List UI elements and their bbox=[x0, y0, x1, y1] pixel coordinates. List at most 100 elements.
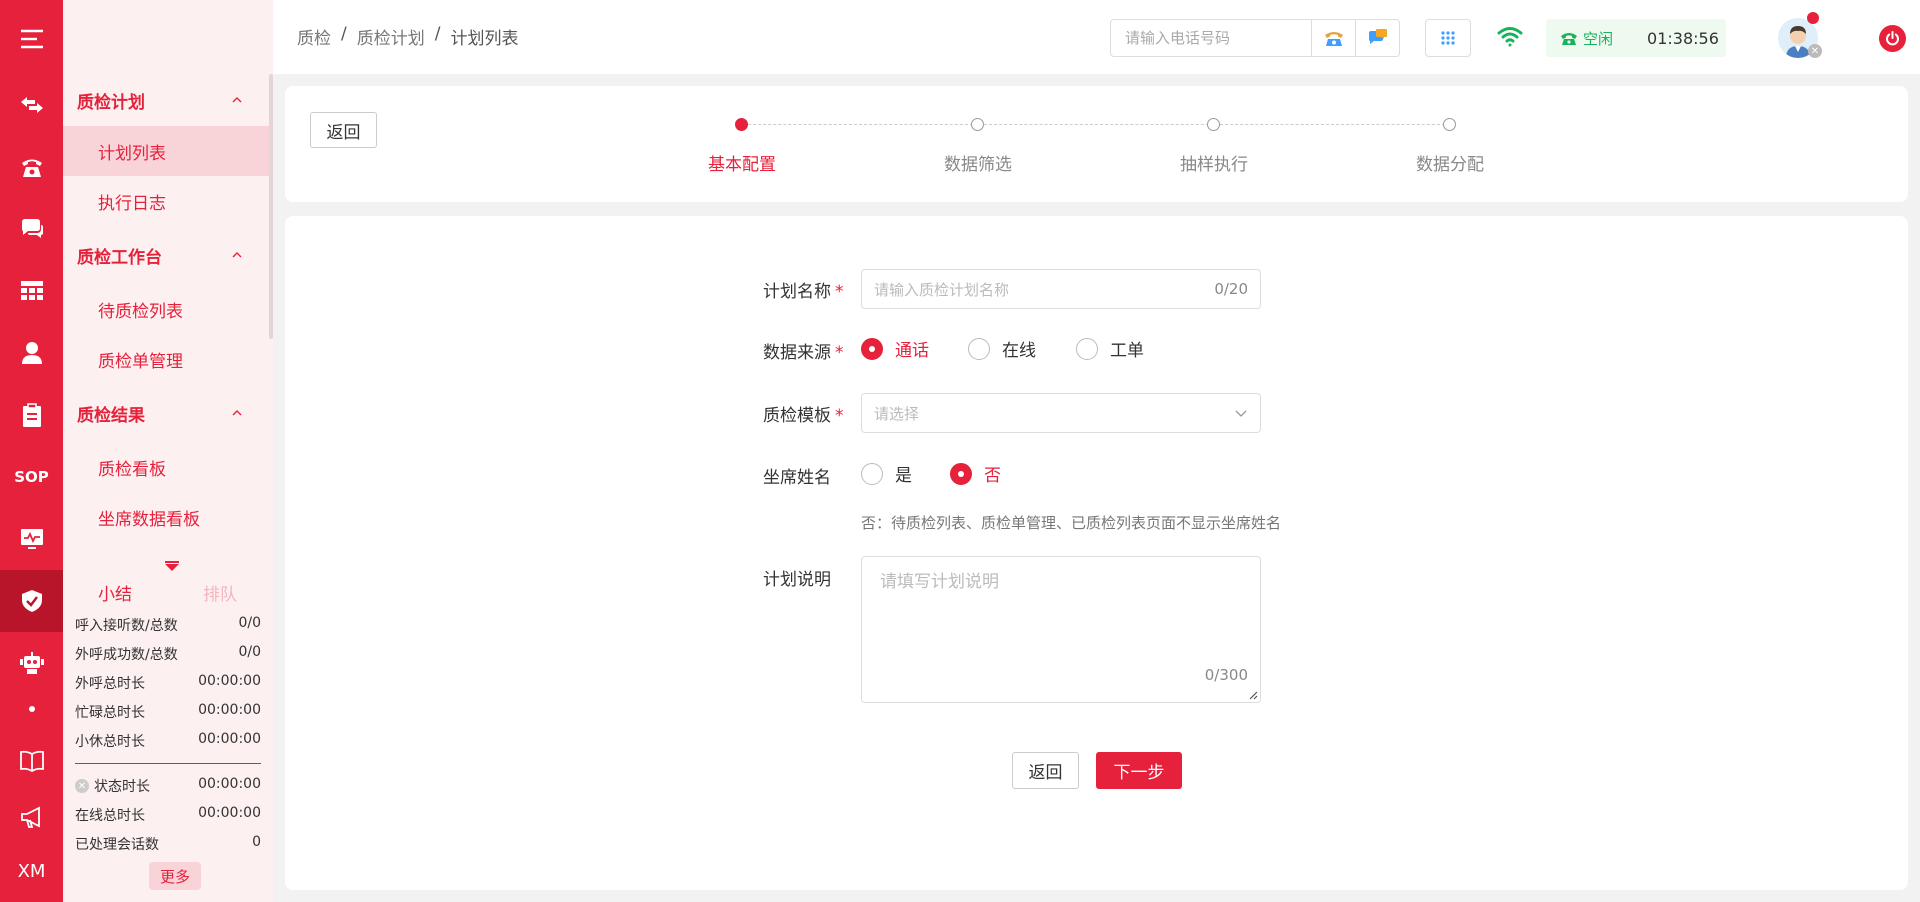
sop-icon[interactable]: SOP bbox=[0, 446, 63, 508]
radio-show-yes[interactable]: 是 bbox=[861, 461, 912, 486]
sidebar-group-label: 质检结果 bbox=[77, 405, 145, 426]
label-text: 数据来源 bbox=[763, 343, 831, 363]
notification-dot bbox=[1807, 12, 1819, 24]
back-button[interactable]: 返回 bbox=[1012, 752, 1079, 789]
breadcrumb-current: 计划列表 bbox=[450, 29, 519, 49]
radio-show-no[interactable]: 否 bbox=[950, 461, 1001, 486]
description-label: 计划说明 bbox=[763, 570, 831, 590]
required-mark: * bbox=[835, 406, 844, 426]
megaphone-icon[interactable] bbox=[0, 786, 63, 848]
sidebar-item-agent-board[interactable]: 坐席数据看板 bbox=[63, 492, 273, 542]
description-placeholder: 请填写计划说明 bbox=[880, 572, 999, 592]
step-connector bbox=[984, 124, 1214, 125]
wifi-icon bbox=[1497, 27, 1523, 47]
stat-row: 小休总时长 00:00:00 bbox=[75, 731, 261, 751]
data-source-label: 数据来源 * bbox=[763, 338, 844, 363]
template-placeholder: 请选择 bbox=[874, 404, 920, 423]
step-dot bbox=[971, 118, 984, 131]
char-counter: 0/300 bbox=[1204, 666, 1248, 684]
next-step-button[interactable]: 下一步 bbox=[1096, 752, 1182, 789]
step-data-assign[interactable]: 数据分配 bbox=[1416, 150, 1484, 175]
sidebar-group-results[interactable]: 质检结果 bbox=[63, 384, 273, 442]
radio-label: 在线 bbox=[1002, 341, 1036, 361]
sidebar-scrollbar[interactable] bbox=[269, 74, 273, 339]
label-text: 计划名称 bbox=[763, 282, 831, 302]
apps-button[interactable] bbox=[1425, 19, 1471, 57]
radio-ticket[interactable]: 工单 bbox=[1076, 336, 1144, 361]
stat-row: 已处理会话数 0 bbox=[75, 834, 261, 854]
stat-value: 00:00:00 bbox=[198, 731, 261, 747]
stat-value: 00:00:00 bbox=[198, 673, 261, 689]
template-select[interactable]: 请选择 bbox=[861, 393, 1261, 433]
stat-label: 在线总时长 bbox=[75, 808, 145, 824]
agent-status[interactable]: 空闲 01:38:56 bbox=[1546, 19, 1726, 57]
plan-name-input[interactable]: 请输入质检计划名称 0/20 bbox=[861, 269, 1261, 309]
sidebar-group-plan[interactable]: 质检计划 bbox=[63, 74, 273, 126]
stat-row: ✕ 状态时长 00:00:00 bbox=[75, 776, 261, 796]
sidebar-item-exec-log[interactable]: 执行日志 bbox=[63, 176, 273, 226]
tab-queue[interactable]: 排队 bbox=[203, 580, 237, 605]
table-icon[interactable] bbox=[0, 260, 63, 322]
monitor-icon[interactable] bbox=[0, 508, 63, 570]
stat-value: 0 bbox=[252, 834, 261, 850]
sidebar-group-workbench[interactable]: 质检工作台 bbox=[63, 226, 273, 284]
icon-rail: SOP XM bbox=[0, 0, 63, 902]
breadcrumb-item[interactable]: 质检 bbox=[297, 24, 331, 49]
phone-icon[interactable] bbox=[0, 136, 63, 198]
more-button[interactable]: 更多 bbox=[149, 862, 201, 890]
back-button[interactable]: 返回 bbox=[310, 112, 377, 148]
phone-dial-icon bbox=[1324, 32, 1343, 46]
stat-value: 0/0 bbox=[238, 644, 261, 660]
stat-row: 外呼成功数/总数 0/0 bbox=[75, 644, 261, 664]
resize-grip-icon[interactable] bbox=[1248, 690, 1258, 700]
caret-down-icon[interactable] bbox=[165, 564, 179, 571]
tab-summary[interactable]: 小结 bbox=[98, 580, 132, 605]
radio-online[interactable]: 在线 bbox=[968, 336, 1036, 361]
xm-icon[interactable]: XM bbox=[0, 842, 63, 900]
step-sampling[interactable]: 抽样执行 bbox=[1180, 150, 1248, 175]
breadcrumb-item[interactable]: 质检计划 bbox=[357, 24, 425, 49]
radio-unchecked-icon bbox=[861, 462, 883, 485]
step-data-filter[interactable]: 数据筛选 bbox=[944, 150, 1012, 175]
radio-call[interactable]: 通话 bbox=[861, 336, 929, 361]
phone-input[interactable] bbox=[1111, 20, 1311, 56]
agent-name-hint: 否：待质检列表、质检单管理、已质检列表页面不显示坐席姓名 bbox=[861, 514, 1282, 532]
sidebar-item-pending-list[interactable]: 待质检列表 bbox=[63, 284, 273, 334]
chat-icon[interactable] bbox=[0, 198, 63, 260]
label-text: 质检模板 bbox=[763, 406, 831, 426]
dial-button[interactable] bbox=[1311, 20, 1355, 56]
sidebar-item-qc-manage[interactable]: 质检单管理 bbox=[63, 334, 273, 384]
description-textarea[interactable]: 请填写计划说明 0/300 bbox=[861, 556, 1261, 703]
message-button[interactable] bbox=[1355, 20, 1399, 56]
char-counter: 0/20 bbox=[1214, 280, 1248, 298]
menu-icon[interactable] bbox=[0, 8, 63, 70]
step-basic-config[interactable]: 基本配置 bbox=[708, 150, 776, 175]
apps-grid-icon bbox=[1441, 31, 1455, 45]
sidebar-item-qc-board[interactable]: 质检看板 bbox=[63, 442, 273, 492]
plan-name-placeholder: 请输入质检计划名称 bbox=[874, 280, 1010, 299]
stat-label-wrap: ✕ 状态时长 bbox=[75, 776, 150, 796]
stat-row: 忙碌总时长 00:00:00 bbox=[75, 702, 261, 722]
radio-label: 工单 bbox=[1110, 341, 1144, 361]
user-icon[interactable] bbox=[0, 322, 63, 384]
breadcrumb-separator: / bbox=[434, 24, 441, 44]
stat-label: 小休总时长 bbox=[75, 734, 145, 750]
status-label: 空闲 bbox=[1583, 29, 1614, 48]
step-dot bbox=[1443, 118, 1456, 131]
transfer-icon[interactable] bbox=[0, 74, 63, 136]
sidebar-group-label: 质检工作台 bbox=[77, 247, 162, 268]
shield-check-icon[interactable] bbox=[0, 570, 63, 632]
radio-checked-icon bbox=[861, 337, 883, 360]
required-mark: * bbox=[835, 343, 844, 363]
collapse-handle[interactable] bbox=[165, 561, 179, 563]
clipboard-icon[interactable] bbox=[0, 384, 63, 446]
stat-label: 已处理会话数 bbox=[75, 837, 159, 853]
step-connector bbox=[1220, 124, 1450, 125]
robot-icon[interactable] bbox=[0, 632, 63, 694]
book-icon[interactable] bbox=[0, 730, 63, 792]
sidebar-group-label: 质检计划 bbox=[77, 92, 145, 113]
sidebar-item-plan-list[interactable]: 计划列表 bbox=[63, 126, 273, 176]
power-button[interactable] bbox=[1879, 25, 1906, 52]
stat-value: 00:00:00 bbox=[198, 805, 261, 821]
top-header: 质检 / 质检计划 / 计划列表 空闲 01:38:56 ✕ bbox=[273, 0, 1920, 74]
